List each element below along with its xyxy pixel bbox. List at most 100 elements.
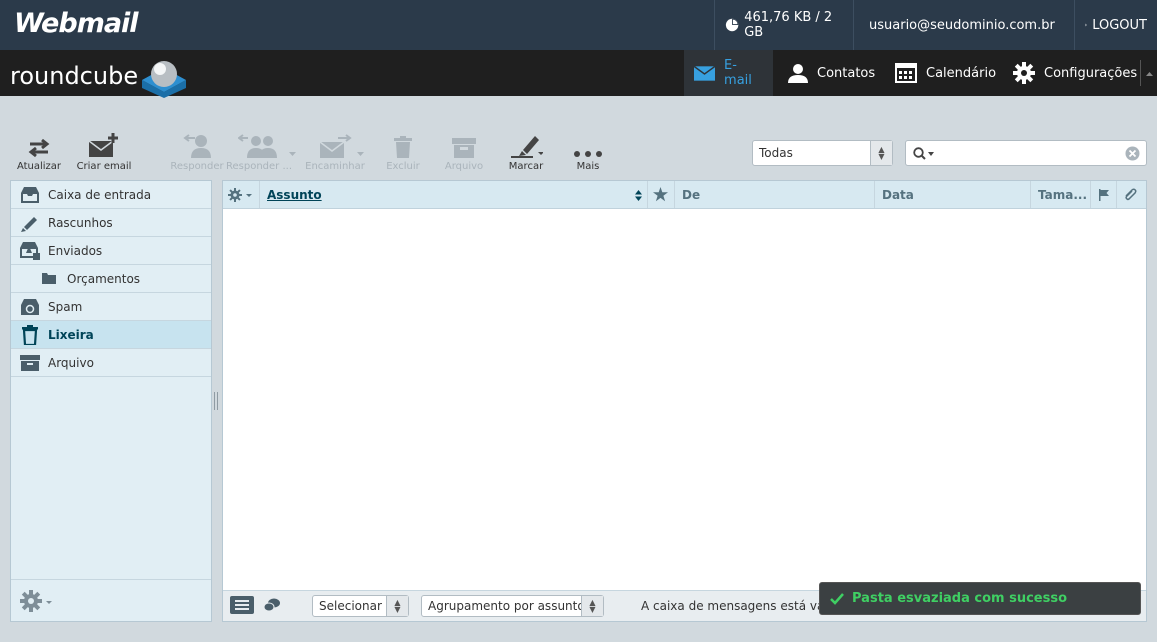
folder-settings-gear-icon[interactable] <box>20 589 54 612</box>
archive-label: Arquivo <box>444 161 484 172</box>
user-menu[interactable]: usuario@seudominio.com.br <box>853 0 1074 50</box>
folder-label: Caixa de entrada <box>48 187 152 202</box>
webmail-brand: Webmail <box>14 8 139 39</box>
pane-splitter[interactable] <box>214 392 218 410</box>
reply-label: Responder <box>170 161 224 172</box>
nav-settings-label: Configurações <box>1044 65 1138 81</box>
folder-trash[interactable]: Lixeira <box>11 321 211 349</box>
column-from-label: De <box>682 187 701 202</box>
folder-label: Rascunhos <box>48 215 113 230</box>
user-email: usuario@seudominio.com.br <box>869 17 1055 33</box>
message-list: Assunto De Data Tama... Selecionar ▲▼ A <box>222 180 1147 622</box>
nav-email[interactable]: E-mail <box>684 50 773 96</box>
pie-chart-icon <box>725 18 739 32</box>
filter-select[interactable]: Todas ▲ ▼ <box>752 140 893 166</box>
quota-text: 461,76 KB / 2 GB <box>744 10 833 40</box>
sent-icon <box>20 241 40 260</box>
star-icon <box>653 187 668 202</box>
column-date[interactable]: Data <box>875 181 1031 208</box>
quota-indicator: 461,76 KB / 2 GB <box>714 0 853 50</box>
folder-drafts[interactable]: Rascunhos <box>11 209 211 237</box>
spam-icon <box>21 298 39 315</box>
column-size-label: Tama... <box>1038 187 1088 202</box>
roundcube-logo-text: roundcube <box>10 62 139 90</box>
gear-icon <box>1013 62 1035 84</box>
nav-settings[interactable]: Configurações <box>1003 50 1147 96</box>
list-options[interactable] <box>223 181 260 208</box>
refresh-button[interactable]: Atualizar <box>7 132 71 172</box>
select-arrows-icon: ▲ ▼ <box>870 141 892 165</box>
person-icon <box>788 64 808 83</box>
reply-all-dropdown-icon[interactable] <box>289 152 296 156</box>
folder-actions <box>11 579 211 621</box>
list-options-gear-icon <box>228 187 252 202</box>
delete-button[interactable]: Excluir <box>371 132 435 172</box>
compose-label: Criar email <box>76 161 132 172</box>
roundcube-logo: roundcube <box>10 54 190 98</box>
folder-icon <box>42 273 56 284</box>
search-icon[interactable] <box>913 147 935 161</box>
reply-all-label: Responder ... <box>226 161 292 172</box>
reply-icon <box>183 134 211 158</box>
sort-icon <box>635 190 642 201</box>
select-menu-label: Selecionar <box>319 599 382 613</box>
reply-button[interactable]: Responder <box>165 132 229 172</box>
archive-icon <box>20 354 40 371</box>
column-status-flag[interactable] <box>1091 181 1117 208</box>
archive-button[interactable]: Arquivo <box>432 132 496 172</box>
folder-sent[interactable]: Enviados <box>11 237 211 265</box>
logout-icon <box>1085 23 1088 27</box>
folder-spam[interactable]: Spam <box>11 293 211 321</box>
compose-button[interactable]: Criar email <box>72 132 136 172</box>
roundcube-cube-icon <box>142 61 187 98</box>
folder-list: Caixa de entrada Rascunhos Enviados Orça… <box>10 180 212 622</box>
compose-icon <box>88 133 118 157</box>
top-bar: Webmail 461,76 KB / 2 GB usuario@seudomi… <box>0 0 1157 50</box>
more-label: Mais <box>576 161 600 172</box>
select-arrows-icon: ▲ ▼ <box>386 596 408 616</box>
nav-calendar[interactable]: Calendário <box>885 50 1006 96</box>
notification-toast: Pasta esvaziada com sucesso <box>819 582 1141 615</box>
search-box[interactable] <box>905 140 1147 166</box>
logout-button[interactable]: LOGOUT <box>1074 0 1157 50</box>
column-attachment[interactable] <box>1117 181 1144 208</box>
folder-inbox[interactable]: Caixa de entrada <box>11 181 211 209</box>
reply-all-button[interactable]: Responder ... <box>226 132 292 172</box>
refresh-label: Atualizar <box>16 161 62 172</box>
nav-divider <box>1140 60 1141 86</box>
mailbox-status-text: A caixa de mensagens está vazia <box>641 599 842 613</box>
reply-all-icon <box>238 134 277 158</box>
column-from[interactable]: De <box>675 181 875 208</box>
logout-label: LOGOUT <box>1092 17 1147 33</box>
nav-calendar-label: Calendário <box>926 65 997 81</box>
threads-icon[interactable] <box>264 598 280 612</box>
more-icon <box>574 151 602 157</box>
list-view-icon[interactable] <box>230 596 254 614</box>
nav-contacts[interactable]: Contatos <box>778 50 885 96</box>
forward-dropdown-icon[interactable] <box>357 152 364 156</box>
filter-select-value: Todas <box>759 146 793 160</box>
main-nav: roundcube E-mail Contatos Calendário Con… <box>0 50 1157 98</box>
threads-menu[interactable]: Agrupamento por assunto ▲ ▼ <box>421 595 604 617</box>
message-list-header: Assunto De Data Tama... <box>223 181 1146 209</box>
more-button[interactable]: Mais <box>556 132 620 172</box>
column-size[interactable]: Tama... <box>1031 181 1091 208</box>
mark-button[interactable]: Marcar <box>494 132 558 172</box>
folder-archive[interactable]: Arquivo <box>11 349 211 377</box>
nav-email-label: E-mail <box>724 58 752 88</box>
inbox-icon <box>21 186 39 203</box>
column-subject[interactable]: Assunto <box>260 181 648 208</box>
notification-text: Pasta esvaziada com sucesso <box>852 591 1068 606</box>
folder-label: Spam <box>48 299 83 314</box>
clear-search-icon[interactable] <box>1125 146 1140 161</box>
column-subject-label: Assunto <box>267 187 322 202</box>
folder-label: Lixeira <box>48 327 94 342</box>
folder-orcamentos[interactable]: Orçamentos <box>11 265 211 293</box>
nav-collapse-icon[interactable] <box>1146 72 1153 76</box>
flag-icon <box>1099 188 1109 201</box>
marker-icon <box>511 136 543 158</box>
column-flagged[interactable] <box>648 181 675 208</box>
nav-contacts-label: Contatos <box>817 65 876 81</box>
select-menu[interactable]: Selecionar ▲ ▼ <box>312 595 409 617</box>
column-date-label: Data <box>882 187 914 202</box>
